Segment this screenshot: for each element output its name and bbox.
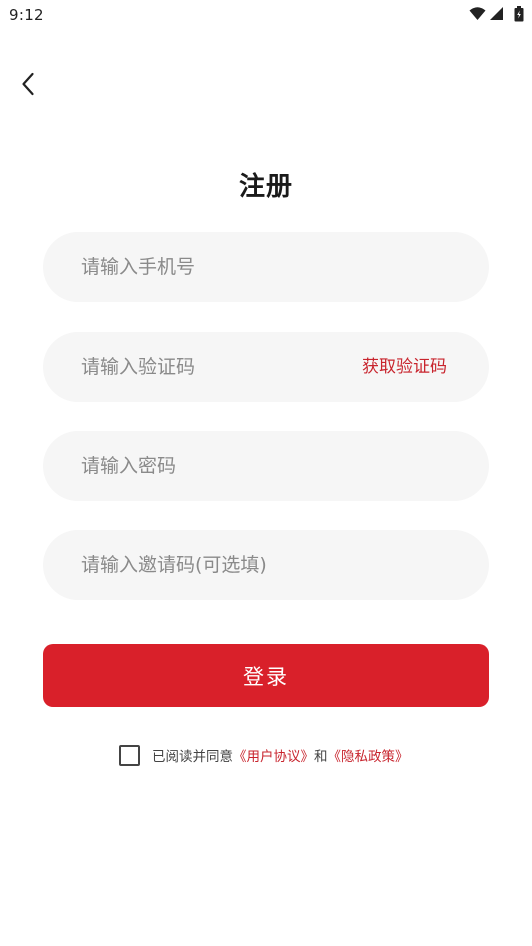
password-field [43, 431, 489, 501]
agreement-conjunction: 和 [314, 749, 328, 765]
agreement-prefix: 已阅读并同意 [152, 749, 233, 765]
get-code-button[interactable]: 获取验证码 [362, 332, 447, 402]
phone-field [43, 232, 489, 302]
phone-input[interactable] [81, 232, 381, 302]
agreement-checkbox[interactable] [119, 744, 140, 766]
chevron-left-icon [22, 72, 34, 96]
agreement-row: 已阅读并同意 《用户协议》 和 《隐私政策》 [119, 743, 409, 767]
submit-button[interactable]: 登录 [43, 644, 489, 707]
invite-field [43, 530, 489, 600]
password-input[interactable] [81, 431, 451, 501]
page-title: 注册 [238, 172, 293, 202]
signal-icon [490, 7, 503, 20]
code-field: 获取验证码 [43, 332, 489, 402]
status-bar: 9:12 [0, 0, 532, 30]
user-agreement-link[interactable]: 《用户协议》 [233, 745, 314, 765]
status-time: 9:12 [9, 6, 44, 24]
code-input[interactable] [81, 332, 341, 402]
invite-code-input[interactable] [81, 530, 451, 600]
wifi-icon [469, 7, 486, 20]
register-screen: 9:12 注册 获取验证码 登录 [0, 0, 532, 946]
back-button[interactable] [10, 66, 46, 102]
battery-icon [514, 6, 524, 22]
privacy-policy-link[interactable]: 《隐私政策》 [328, 745, 409, 765]
